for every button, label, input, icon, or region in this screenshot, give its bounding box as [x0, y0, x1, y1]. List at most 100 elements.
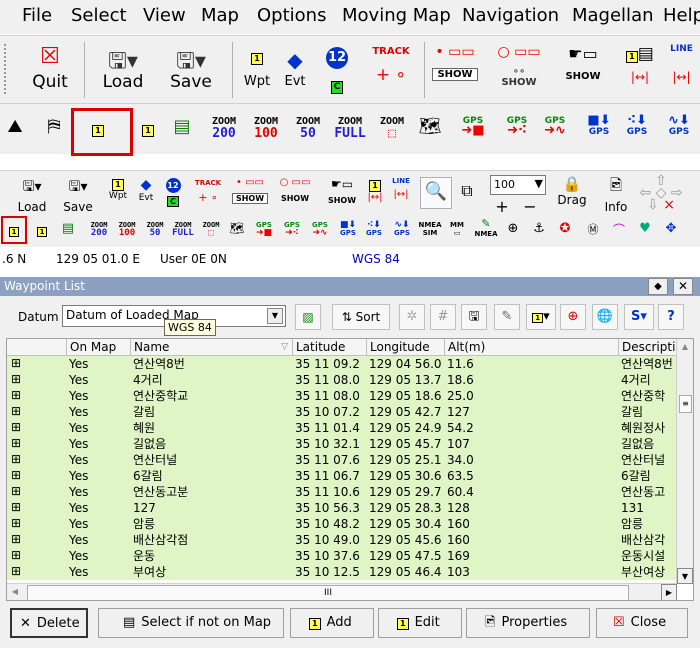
- expand-row-icon[interactable]: ⊞: [11, 533, 22, 545]
- waypoint-window-titlebar[interactable]: Waypoint List ◆ ✕: [0, 277, 700, 296]
- table-row[interactable]: ⊞ Yes 127 35 10 56.3 129 05 28.3 128 131: [7, 500, 677, 516]
- pan-arrows-icon[interactable]: ⇧ ⇦ ◇ ⇨ ⇩ ×: [638, 174, 684, 212]
- small-zoom-full[interactable]: ZOOM FULL: [170, 221, 196, 238]
- show-waypoints-button[interactable]: ○ ▭▭ ∘∘ SHOW: [496, 44, 542, 88]
- horizontal-scrollbar[interactable]: ◀ III ▶: [7, 583, 677, 600]
- expand-row-icon[interactable]: ⊞: [11, 549, 22, 561]
- zoom-full-button[interactable]: ZOOM FULL: [330, 116, 370, 141]
- window-icon[interactable]: ⧉: [456, 181, 478, 201]
- map-picture-button[interactable]: ▨: [295, 304, 321, 330]
- small-zoom-box[interactable]: ZOOM ⬚: [198, 221, 224, 238]
- sort-button[interactable]: ⇅ Sort: [332, 304, 390, 330]
- small-save-button[interactable]: 🖫▾ Save: [58, 176, 98, 214]
- expand-row-icon[interactable]: ⊞: [11, 357, 22, 369]
- menu-select[interactable]: Select: [71, 5, 127, 26]
- waypoint-dropdown-icon[interactable]: 1 ▾: [526, 304, 556, 330]
- scroll-right-icon[interactable]: ▶: [661, 584, 677, 600]
- drag-button[interactable]: 🔒 Drag: [552, 175, 592, 207]
- expand-row-icon[interactable]: ⊞: [11, 421, 22, 433]
- quit-button[interactable]: ☒ Quit: [28, 44, 72, 92]
- expand-row-icon[interactable]: ⊞: [11, 437, 22, 449]
- table-row[interactable]: ⊞ Yes 운동 35 10 37.6 129 05 47.5 169 운동시설: [7, 548, 677, 564]
- table-row[interactable]: ⊞ Yes 길없음 35 10 32.1 129 05 45.7 107 길없음: [7, 436, 677, 452]
- zoom-200-button[interactable]: ZOOM 200: [206, 116, 242, 141]
- scroll-up-icon[interactable]: ▲: [677, 339, 693, 355]
- edit-button[interactable]: 1 Edit: [378, 608, 462, 638]
- nmea-sim-button[interactable]: NMEA SIM: [418, 221, 442, 237]
- menu-map[interactable]: Map: [201, 5, 239, 26]
- small-gps-down-wpt[interactable]: ■⬇ GPS: [336, 221, 360, 238]
- small-list-button[interactable]: 1 |↔|: [364, 177, 386, 203]
- small-show-route-button[interactable]: ☛▭ SHOW: [324, 177, 360, 205]
- anchor-icon[interactable]: ⚓: [530, 221, 548, 236]
- toolbar-grip[interactable]: [4, 44, 14, 94]
- table-row[interactable]: ⊞ Yes 6갈림 35 11 06.7 129 05 30.6 63.5 6갈림: [7, 468, 677, 484]
- small-route-button[interactable]: 12 C: [160, 177, 186, 207]
- show-track-button[interactable]: • ▭▭ SHOW: [432, 44, 478, 81]
- column-header-expand[interactable]: [7, 339, 67, 356]
- cursor-map-icon[interactable]: ⛿: [40, 116, 68, 137]
- route-button[interactable]: 12 C: [320, 46, 354, 94]
- expand-row-icon[interactable]: ⊞: [11, 373, 22, 385]
- small-gps-route[interactable]: GPS ➜⁖: [280, 221, 304, 238]
- track-button[interactable]: TRACK + ∘: [366, 46, 416, 85]
- column-header-latitude[interactable]: Latitude: [293, 339, 367, 356]
- menu-magellan[interactable]: Magellan: [572, 5, 654, 26]
- small-show-track-button[interactable]: • ▭▭ SHOW: [232, 177, 268, 204]
- help-icon[interactable]: ?: [658, 304, 684, 330]
- column-header-name[interactable]: Name ▽: [131, 339, 293, 356]
- gps-download-track-button[interactable]: ∿⬇ GPS: [664, 114, 694, 137]
- waypoint-copy-icon[interactable]: 1: [136, 118, 160, 138]
- column-header-altitude[interactable]: Alt(m): [445, 339, 619, 356]
- select-not-on-map-button[interactable]: ▤ Select if not on Map: [98, 608, 284, 638]
- lifebuoy-icon[interactable]: ✪: [556, 221, 574, 236]
- globe-icon[interactable]: 🌐: [592, 304, 618, 330]
- small-map-list-icon[interactable]: ▤: [58, 221, 78, 236]
- gps-download-route-button[interactable]: ⁖⬇ GPS: [622, 114, 652, 137]
- s-dropdown-icon[interactable]: S▾: [624, 304, 654, 330]
- crosshair-icon[interactable]: ⊕: [504, 221, 522, 236]
- zoom-select[interactable]: 100 ▼: [490, 175, 546, 195]
- vertical-scrollbar[interactable]: ▲ ≡ ▼: [676, 339, 693, 584]
- expand-row-icon[interactable]: ⊞: [11, 517, 22, 529]
- small-wpt-button[interactable]: 1 Wpt: [104, 179, 132, 201]
- nmea-log-button[interactable]: ✎ NMEA: [474, 218, 498, 239]
- load-button[interactable]: 🖫▾ Load: [96, 44, 150, 92]
- menu-view[interactable]: View: [143, 5, 186, 26]
- menu-file[interactable]: File: [22, 5, 52, 26]
- scroll-thumb[interactable]: ≡: [679, 395, 692, 413]
- small-show-waypoints-button[interactable]: ○ ▭▭ SHOW: [276, 177, 314, 203]
- gps-track-button[interactable]: GPS ➜∿: [540, 116, 570, 137]
- small-gps-upload[interactable]: GPS ➜■: [252, 221, 276, 238]
- line-button[interactable]: LINE |↔|: [663, 44, 700, 84]
- hash-icon[interactable]: #: [430, 304, 456, 330]
- column-header-onmap[interactable]: On Map: [67, 339, 131, 356]
- waypoint-list-button[interactable]: 1 ▤ |↔|: [625, 44, 655, 84]
- event-button[interactable]: ◆ Evt: [280, 48, 310, 89]
- pin-icon[interactable]: ♥: [636, 221, 654, 236]
- column-header-longitude[interactable]: Longitude: [367, 339, 445, 356]
- table-row[interactable]: ⊞ Yes 연산역8번 35 11 09.2 129 04 56.0 11.6 연산역8번: [7, 356, 677, 372]
- map-list-icon[interactable]: ▤: [168, 116, 196, 137]
- table-row[interactable]: ⊞ Yes 배산삼각점 35 10 49.0 129 05 45.6 160 배산삼각: [7, 532, 677, 548]
- gps-route-button[interactable]: GPS ➜⁖: [500, 116, 534, 137]
- small-gps-down-track[interactable]: ∿⬇ GPS: [390, 221, 414, 238]
- map-export-icon[interactable]: 🗺: [416, 116, 444, 137]
- magnifier-button[interactable]: 🔍: [420, 177, 452, 209]
- zoom-in-button[interactable]: +: [492, 197, 512, 216]
- restore-icon[interactable]: ◆: [648, 278, 668, 295]
- expand-row-icon[interactable]: ⊞: [11, 469, 22, 481]
- save-button[interactable]: 🖫▾ Save: [164, 44, 218, 92]
- close-icon[interactable]: ✕: [673, 278, 693, 295]
- close-button[interactable]: ☒ Close: [596, 608, 688, 638]
- add-button[interactable]: 1 Add: [290, 608, 374, 638]
- menu-moving-map[interactable]: Moving Map: [342, 5, 451, 26]
- small-gps-track[interactable]: GPS ➜∿: [308, 221, 332, 238]
- star-icon[interactable]: ✲: [399, 304, 425, 330]
- properties-button[interactable]: 🖻 Properties: [466, 608, 590, 638]
- column-header-description[interactable]: Descriptio: [619, 339, 677, 356]
- small-zoom-100[interactable]: ZOOM 100: [114, 221, 140, 238]
- expand-row-icon[interactable]: ⊞: [11, 389, 22, 401]
- small-waypoint-copy-icon[interactable]: 1: [34, 223, 50, 237]
- waypoint-button[interactable]: 1 Wpt: [242, 50, 272, 89]
